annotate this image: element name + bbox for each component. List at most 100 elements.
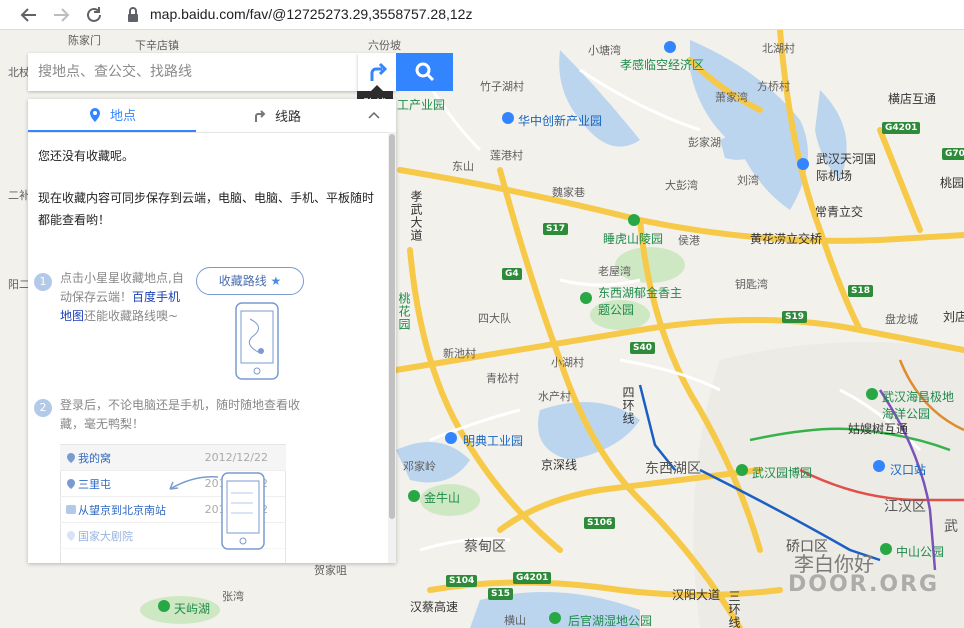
road-shield: S15 (488, 588, 514, 600)
tab-places[interactable]: 地点 (28, 99, 196, 132)
map-label: 京深线 (541, 458, 578, 472)
fav-name: 三里屯 (78, 477, 111, 491)
map-label: 黄花涝立交桥 (750, 232, 823, 246)
map-label: 武汉天河国际机场 (816, 152, 877, 183)
map-label: 二补 (8, 189, 30, 202)
poi-marker[interactable] (866, 388, 878, 400)
illustration-title: 收藏路线 (218, 274, 267, 288)
map-label: 新池村 (443, 347, 476, 360)
search-box (28, 53, 358, 91)
poi-marker[interactable] (873, 460, 885, 472)
map-label: 魏家巷 (552, 186, 585, 199)
poi-marker[interactable] (880, 543, 892, 555)
map-label: 江汉区 (884, 499, 926, 515)
favorites-panel: 地点 线路 您还没有收藏呢。 现在收藏内容可同步保存到云端，电脑、电脑、手机、平… (28, 99, 396, 563)
location-pin-icon (67, 478, 75, 489)
poi-marker[interactable] (445, 432, 457, 444)
road-shield: S104 (446, 575, 478, 587)
phone-illustration-icon (221, 472, 265, 550)
map-label: 孝感临空经济区 (620, 58, 705, 72)
map-label: 张湾 (222, 590, 244, 603)
map-label: 水产村 (538, 390, 571, 403)
location-pin-icon (67, 452, 75, 463)
map-label: 东山 (452, 160, 474, 173)
map-label: 小湖村 (551, 356, 584, 369)
search-input[interactable] (28, 53, 358, 91)
map-label: 老屋湾 (598, 265, 631, 278)
map-label: 莲港村 (490, 149, 523, 162)
fav-name: 从望京到北京南站 (78, 503, 166, 517)
scrollbar-thumb[interactable] (389, 134, 395, 519)
map-label: 汉口站 (890, 463, 927, 477)
airport-icon[interactable] (797, 158, 809, 170)
map-label: 盘龙城 (885, 313, 918, 326)
poi-marker[interactable] (628, 214, 640, 226)
map-label: 武 (944, 519, 958, 535)
map-label: 萧家湾 (715, 91, 748, 104)
watermark-site: DOOR.ORG (788, 572, 940, 597)
poi-marker[interactable] (502, 112, 514, 124)
map-label: 东西湖郁金香主题公园 (598, 286, 683, 317)
road-shield: G4201 (882, 122, 921, 134)
road-shield: S18 (848, 285, 874, 297)
map-label: 青松村 (486, 372, 519, 385)
map-label: 后官湖湿地公园 (568, 614, 653, 628)
step-2-text: 登录后，不论电脑还是手机，随时随地查看收藏，毫无鸭梨！ (60, 398, 301, 431)
road-shield: S19 (782, 311, 808, 323)
poi-marker[interactable] (158, 600, 170, 612)
map-label: 北杖 (8, 66, 30, 79)
road-shield: G4 (502, 268, 522, 280)
step-1-badge: 1 (34, 273, 52, 291)
tab-places-label: 地点 (109, 109, 136, 124)
map-label: 刘店 (943, 310, 964, 324)
map-label: 明典工业园 (463, 434, 524, 448)
back-arrow-icon[interactable] (18, 4, 40, 26)
illustration-bubble: 收藏路线 ★ (196, 267, 304, 295)
tab-routes[interactable]: 线路 (196, 99, 356, 132)
road-shield: S17 (543, 223, 569, 235)
poi-marker[interactable] (736, 464, 748, 476)
map-label: 彭家湖 (688, 136, 721, 149)
map-label: 桃园 (940, 176, 964, 190)
step-1-text-b: 还能收藏路线噢~ (84, 309, 179, 323)
step-2-badge: 2 (34, 399, 52, 417)
panel-scrollbar[interactable] (388, 132, 396, 563)
reload-icon[interactable] (83, 4, 105, 26)
lock-icon[interactable] (122, 4, 144, 26)
list-item: 我的窝 2012/12/22 (60, 445, 286, 471)
map-label: 侯港 (678, 234, 700, 247)
map-label: 横店互通 (888, 92, 937, 106)
address-bar[interactable]: map.baidu.com/fav/@12725273.29,3558757.2… (150, 6, 472, 22)
map-label: 姑嫂树互通 (848, 422, 909, 436)
browser-toolbar: map.baidu.com/fav/@12725273.29,3558757.2… (0, 0, 964, 30)
map-label: 小塘湾 (588, 44, 621, 57)
map-label: 邓家岭 (403, 460, 436, 473)
map-label: 横山 (504, 614, 526, 627)
poi-marker[interactable] (549, 612, 561, 624)
poi-marker[interactable] (664, 41, 676, 53)
tab-divider (28, 132, 388, 133)
search-icon (415, 62, 435, 82)
step-1-text: 点击小星星收藏地点,自动保存云端！百度手机地图还能收藏路线噢~ (60, 269, 185, 326)
collapse-icon[interactable] (366, 107, 382, 123)
location-pin-icon (89, 107, 100, 122)
route-icon (254, 109, 266, 122)
fav-name: 国家大剧院 (78, 529, 133, 543)
no-favorites-text: 您还没有收藏呢。 (38, 149, 135, 163)
forward-arrow-icon[interactable] (50, 4, 72, 26)
poi-marker[interactable] (408, 490, 420, 502)
location-pin-icon (67, 530, 75, 541)
search-button[interactable] (396, 53, 453, 91)
map-label: 工产业园 (397, 98, 446, 112)
map-label: 六份坡 (368, 39, 401, 52)
map-label: 方桥村 (757, 80, 790, 93)
map-label: 天屿湖 (174, 602, 211, 616)
fav-name: 我的窝 (78, 451, 111, 465)
poi-marker[interactable] (580, 292, 592, 304)
sync-description: 现在收藏内容可同步保存到云端，电脑、电脑、手机、平板随时都能查看哟！ (38, 191, 375, 227)
map-label: 大彭湾 (665, 179, 698, 192)
bus-icon (66, 504, 76, 514)
map-label: 三环线 (727, 590, 741, 628)
map-label: 四环线 (621, 386, 635, 425)
tab-routes-label: 线路 (274, 110, 301, 125)
